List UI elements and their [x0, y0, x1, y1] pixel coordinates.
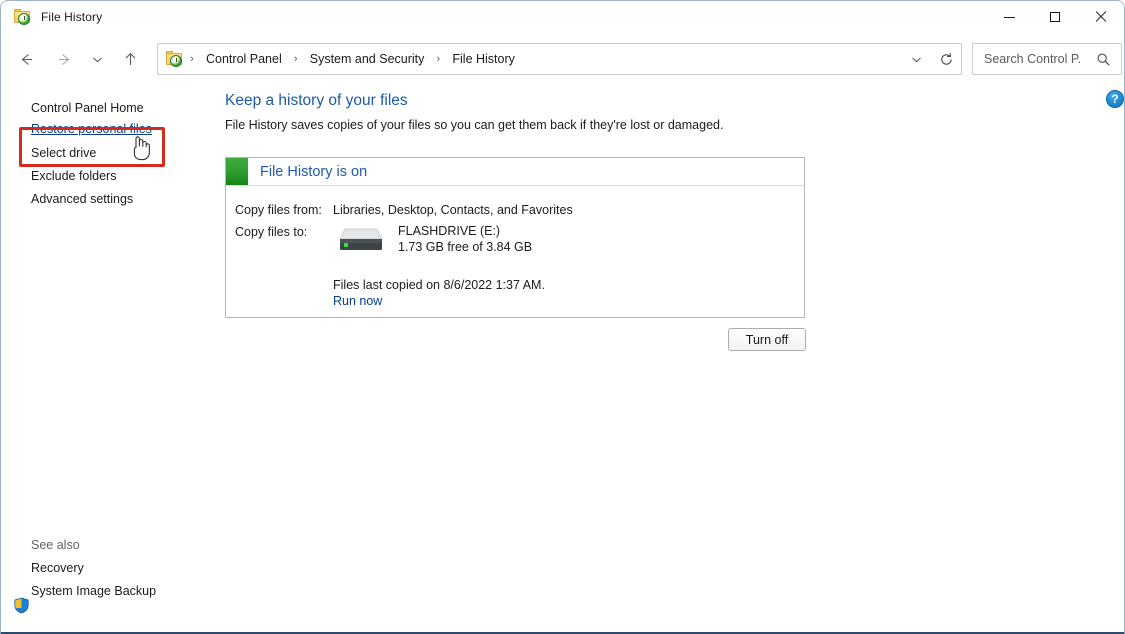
window-bottom-border: [1, 632, 1124, 633]
content-area: Control Panel Home Restore personal file…: [1, 85, 1124, 633]
file-history-window: File History › Contro: [0, 0, 1125, 634]
sidebar-item-recovery[interactable]: Recovery: [31, 561, 84, 575]
copy-files-to-label: Copy files to:: [235, 225, 307, 239]
title-bar: File History: [1, 1, 1124, 33]
turn-off-button[interactable]: Turn off: [728, 328, 806, 351]
status-panel-header: File History is on: [226, 158, 804, 186]
search-icon: [1096, 52, 1111, 67]
sidebar-item-advanced-settings[interactable]: Advanced settings: [31, 192, 133, 206]
mouse-cursor: [129, 134, 151, 162]
search-box[interactable]: [972, 43, 1122, 75]
up-button[interactable]: [115, 44, 145, 74]
chevron-down-icon[interactable]: [901, 44, 931, 74]
navigation-bar: › Control Panel › System and Security › …: [1, 33, 1124, 85]
refresh-icon[interactable]: [931, 44, 961, 74]
copy-files-from-value: Libraries, Desktop, Contacts, and Favori…: [333, 203, 573, 217]
status-title: File History is on: [260, 164, 367, 180]
breadcrumb-separator-2: ›: [430, 47, 446, 71]
address-bar[interactable]: › Control Panel › System and Security › …: [157, 43, 962, 75]
help-icon[interactable]: ?: [1106, 90, 1124, 108]
breadcrumb-separator-0: ›: [184, 47, 200, 71]
run-now-link[interactable]: Run now: [333, 294, 382, 308]
page-subtitle: File History saves copies of your files …: [225, 118, 723, 132]
drive-space: 1.73 GB free of 3.84 GB: [398, 240, 532, 254]
breadcrumb-item-control-panel[interactable]: Control Panel: [200, 47, 288, 71]
search-input[interactable]: [982, 51, 1082, 67]
breadcrumb-separator-1: ›: [288, 47, 304, 71]
sidebar-item-exclude-folders[interactable]: Exclude folders: [31, 169, 116, 183]
forward-button[interactable]: [49, 44, 79, 74]
recent-locations-button[interactable]: [85, 44, 109, 74]
sidebar-item-control-panel-home[interactable]: Control Panel Home: [31, 101, 144, 115]
maximize-button[interactable]: [1032, 1, 1078, 33]
status-badge: [226, 158, 248, 185]
copy-files-from-label: Copy files from:: [235, 203, 322, 217]
window-controls: [986, 1, 1124, 33]
window-title: File History: [41, 10, 102, 24]
main-pane: Keep a history of your files File Histor…: [223, 85, 1124, 633]
last-copied-text: Files last copied on 8/6/2022 1:37 AM.: [333, 278, 545, 292]
usb-drive-icon: [337, 225, 385, 255]
file-history-icon: [14, 8, 32, 26]
sidebar-item-system-image-backup[interactable]: System Image Backup: [31, 584, 156, 598]
uac-shield-icon: [13, 597, 30, 614]
breadcrumb-item-file-history[interactable]: File History: [446, 47, 521, 71]
address-file-history-icon: [166, 50, 184, 68]
drive-name: FLASHDRIVE (E:): [398, 224, 500, 238]
status-panel: File History is on Copy files from: Libr…: [225, 157, 805, 318]
sidebar-item-select-drive[interactable]: Select drive: [31, 146, 96, 160]
minimize-button[interactable]: [986, 1, 1032, 33]
back-button[interactable]: [11, 44, 41, 74]
breadcrumb-item-system-and-security[interactable]: System and Security: [304, 47, 431, 71]
sidebar: Control Panel Home Restore personal file…: [1, 85, 223, 633]
page-title: Keep a history of your files: [225, 92, 408, 110]
see-also-header: See also: [31, 538, 80, 552]
breadcrumb: › Control Panel › System and Security › …: [184, 44, 521, 74]
close-button[interactable]: [1078, 1, 1124, 33]
